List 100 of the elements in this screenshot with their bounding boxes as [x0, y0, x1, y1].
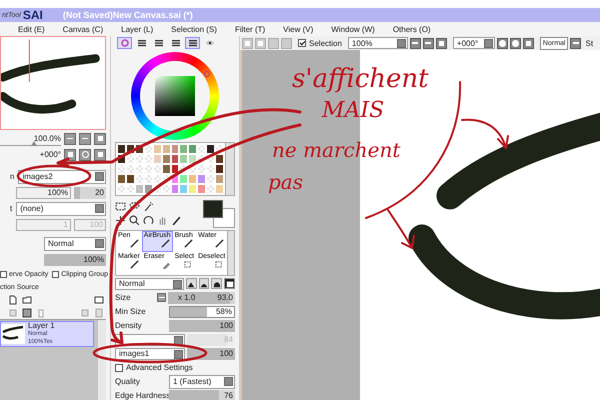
angle-dropdown[interactable]: +000°	[452, 37, 495, 49]
menu-item[interactable]: Window (W)	[327, 24, 389, 34]
brush-icon	[183, 239, 194, 248]
rotate-left-button[interactable]	[64, 148, 76, 160]
rotate-reset-button[interactable]	[522, 38, 534, 48]
color-swatch[interactable]	[206, 174, 216, 184]
menu-item[interactable]: Selection (S)	[167, 24, 231, 34]
pen-icon	[128, 239, 140, 248]
menu-item[interactable]: Layer (L)	[117, 24, 168, 34]
layer-name: Layer 1	[28, 322, 55, 330]
color-swatch[interactable]	[188, 174, 198, 184]
menu-item[interactable]: Edit (E)	[14, 24, 59, 34]
swap-button[interactable]	[570, 38, 582, 48]
zoom-slider[interactable]: 100.0%	[0, 132, 61, 146]
zoom-reset-button[interactable]	[436, 38, 447, 48]
rotate-reset-button[interactable]	[94, 148, 106, 160]
color-swatch[interactable]	[179, 144, 188, 154]
brush-shape-button[interactable]	[224, 278, 236, 289]
menu-item[interactable]: Canvas (C)	[58, 24, 118, 34]
scrollbar[interactable]	[225, 143, 234, 195]
size-toggle-button[interactable]	[157, 293, 166, 302]
rotate-right-button[interactable]	[79, 148, 91, 160]
color-panel-tab[interactable]	[185, 37, 200, 49]
slider-thumb[interactable]	[30, 140, 36, 146]
menu-item[interactable]: Filter (T)	[230, 24, 280, 34]
bars-icon	[170, 39, 180, 47]
color-panel-tab[interactable]	[117, 37, 132, 49]
zoom-dropdown[interactable]: 100%	[348, 37, 408, 49]
color-swatch[interactable]	[117, 144, 126, 154]
zoom-reset-button[interactable]	[94, 132, 106, 144]
zoom-out-button[interactable]	[410, 38, 421, 48]
advanced-settings-checkbox[interactable]: Advanced Settings	[115, 363, 193, 372]
color-swatch[interactable]	[179, 154, 188, 164]
zoom-in-button[interactable]	[422, 38, 434, 48]
new-layer-icon[interactable]	[8, 294, 18, 304]
color-swatch[interactable]	[197, 174, 206, 184]
scrollbar[interactable]	[98, 320, 106, 400]
dashed-square-icon[interactable]	[115, 200, 126, 212]
airbrush-icon	[160, 239, 171, 248]
folder-icon[interactable]	[22, 294, 32, 304]
clear-layer-icon[interactable]	[22, 308, 32, 318]
rotate-icon[interactable]	[143, 214, 154, 226]
quality-dropdown[interactable]: 1 (Fastest)	[169, 374, 235, 388]
size-slider[interactable]: x 1.0 93.0	[168, 292, 235, 304]
lasso-icon[interactable]	[129, 200, 140, 212]
selection-checkbox[interactable]: Selection	[298, 38, 342, 48]
color-swatch[interactable]	[197, 164, 206, 174]
color-swatch[interactable]	[215, 164, 224, 174]
handwritten-note: MAIS	[322, 100, 384, 122]
zoom-icon[interactable]	[129, 214, 140, 226]
scrollbar[interactable]	[227, 231, 234, 275]
menu-item[interactable]: Others (O)	[388, 24, 445, 34]
color-swatch[interactable]	[206, 164, 216, 174]
handwritten-note: ne marchent	[272, 140, 400, 160]
move-icon[interactable]	[115, 214, 126, 226]
grid-icon	[188, 39, 198, 47]
rotate-left-button[interactable]	[496, 38, 508, 48]
layer-thumbnail-drawing	[1, 324, 25, 344]
color-swatch[interactable]	[179, 184, 188, 194]
foreground-background-colors[interactable]	[203, 200, 235, 228]
scale-field[interactable]: 100%	[16, 186, 71, 198]
color-swatch[interactable]	[197, 144, 206, 154]
blend-mode-dropdown[interactable]: Normal	[44, 236, 106, 250]
caret-icon	[172, 280, 182, 288]
field-label: n	[10, 172, 14, 181]
brush-blend-dropdown[interactable]: Normal	[115, 278, 184, 290]
opacity-slider[interactable]: 100%	[44, 254, 106, 266]
brush-shape-button[interactable]	[211, 278, 222, 289]
color-square[interactable]	[155, 76, 195, 116]
color-swatch[interactable]	[117, 174, 126, 184]
mask-icon[interactable]	[94, 294, 104, 304]
toolbar-label: St	[585, 38, 594, 48]
color-swatch[interactable]	[179, 174, 188, 184]
caret-icon	[95, 238, 104, 248]
strength-slider[interactable]: 20	[74, 186, 106, 198]
color-swatch[interactable]	[188, 144, 198, 154]
brush-shape-button[interactable]	[186, 278, 197, 289]
menu-item[interactable]: View (V)	[279, 24, 328, 34]
handwritten-note: pas	[268, 172, 303, 192]
color-swatch[interactable]	[206, 144, 216, 154]
edge-hardness-slider[interactable]: 76	[169, 390, 235, 400]
color-swatch[interactable]	[197, 184, 206, 194]
color-swatch[interactable]	[188, 184, 198, 194]
color-swatch[interactable]	[117, 184, 126, 194]
zoom-in-button[interactable]	[79, 132, 91, 144]
brush-shape-button[interactable]	[198, 278, 210, 289]
color-swatch[interactable]	[215, 174, 224, 184]
density-slider[interactable]: 100	[169, 320, 235, 332]
texture-dropdown[interactable]: images1	[115, 348, 185, 360]
min-size-slider[interactable]: 58%	[169, 306, 235, 318]
color-swatch[interactable]	[117, 164, 126, 174]
effect-dropdown[interactable]: (none)	[16, 202, 106, 216]
color-swatch[interactable]	[215, 184, 224, 194]
color-swatch[interactable]	[188, 154, 198, 164]
zoom-out-button[interactable]	[64, 132, 76, 144]
magic-wand-icon[interactable]	[143, 200, 154, 212]
color-swatch[interactable]	[215, 154, 224, 164]
rotate-right-button[interactable]	[510, 38, 521, 48]
min-size-label: Min Size	[115, 307, 147, 316]
color-swatch[interactable]	[206, 184, 216, 194]
